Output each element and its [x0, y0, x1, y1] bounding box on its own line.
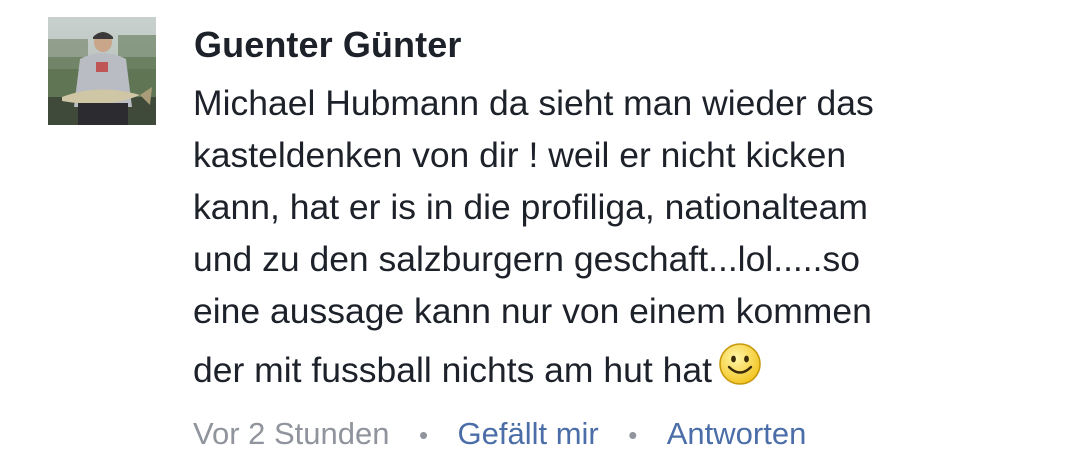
comment-text-line: Michael Hubmann da sieht man wieder das [193, 83, 874, 123]
smiley-emoji-icon [718, 342, 762, 386]
like-button[interactable]: Gefällt mir [458, 416, 599, 451]
avatar[interactable] [48, 17, 156, 125]
reply-button[interactable]: Antworten [667, 416, 807, 451]
separator-dot: • [628, 420, 638, 450]
comment-meta: Vor 2 Stunden • Gefällt mir • Antworten [193, 414, 806, 455]
comment-text-line: eine aussage kann nur von einem kommen [193, 291, 872, 331]
comment-text-line: und zu den salzburgern geschaft...lol...… [193, 239, 861, 279]
comment-text: Michael Hubmann da sieht man wieder das … [193, 77, 1033, 396]
author-name[interactable]: Guenter Günter [194, 24, 461, 66]
comment-text-line: der mit fussball nichts am hut hat [193, 350, 712, 390]
timestamp: Vor 2 Stunden [193, 416, 390, 451]
comment: Guenter Günter Michael Hubmann da sieht … [0, 0, 1080, 459]
avatar-photo [48, 17, 156, 125]
comment-text-last-line: der mit fussball nichts am hut hat [193, 342, 1033, 396]
separator-dot: • [418, 420, 429, 450]
comment-text-line: kasteldenken von dir ! weil er nicht kic… [193, 135, 847, 175]
comment-text-line: kann, hat er is in die profiliga, nation… [193, 187, 868, 227]
